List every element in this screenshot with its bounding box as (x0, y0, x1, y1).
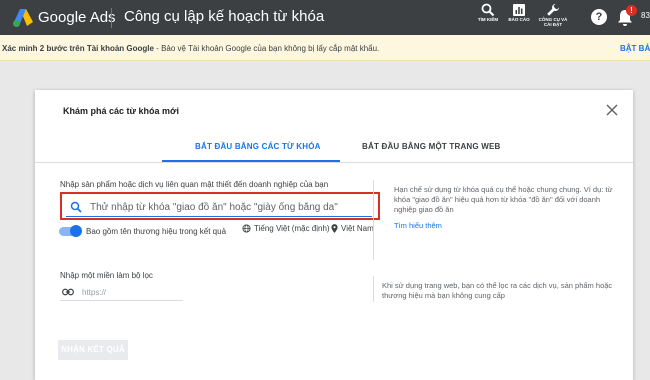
location-value: Việt Nam (341, 224, 374, 233)
help-icon[interactable]: ? (591, 9, 607, 25)
domain-url-input[interactable] (82, 286, 182, 299)
notification-banner: Xác minh 2 bước trên Tài khoản Google - … (0, 35, 650, 61)
nav-tools-button[interactable]: CÔNG CỤ VÀ CÀI ĐẶT (536, 3, 570, 27)
wrench-icon (547, 4, 559, 16)
nav-search-label: TÌM KIẾM (477, 17, 499, 22)
nav-search-button[interactable]: TÌM KIẾM (471, 3, 505, 22)
account-id-fragment[interactable]: 83 (641, 11, 650, 20)
tab-start-with-keywords[interactable]: BẮT ĐẦU BẰNG CÁC TỪ KHÓA (195, 142, 321, 151)
page-title: Công cụ lập kế hoạch từ khóa (124, 8, 325, 25)
language-selector[interactable]: Tiếng Việt (mặc định) (242, 224, 330, 233)
keyword-search-highlight (60, 192, 380, 220)
keyword-discovery-dialog: Khám phá các từ khóa mới BẮT ĐẦU BẰNG CÁ… (35, 90, 633, 380)
domain-filter-field[interactable] (60, 284, 183, 301)
notification-badge: ! (626, 5, 637, 16)
brand-name[interactable]: Google Ads (38, 9, 116, 26)
nav-reports-button[interactable]: BÁO CÁO (502, 3, 536, 22)
keyword-search-input[interactable] (90, 198, 370, 216)
google-ads-logo-icon[interactable] (12, 8, 34, 28)
nav-tools-label-text: CÔNG CỤ VÀ CÀI ĐẶT (538, 17, 568, 27)
domain-help-text: Khi sử dụng trang web, bạn có thể lọc ra… (382, 281, 613, 300)
keyword-help-text: Hạn chế sử dụng từ khóa quá cụ thể hoặc … (394, 185, 613, 214)
include-brands-label: Bao gồm tên thương hiệu trong kết quả (86, 227, 227, 236)
header-divider (111, 8, 112, 28)
toggle-knob (70, 225, 82, 237)
nav-reports-label: BÁO CÁO (508, 17, 530, 22)
banner-message: Xác minh 2 bước trên Tài khoản Google - … (2, 44, 379, 53)
help-divider (373, 180, 374, 260)
banner-body-text: - Bảo vệ Tài khoản Google của bạn không … (153, 44, 380, 53)
search-icon (481, 3, 495, 17)
globe-icon (242, 224, 251, 233)
language-value: Tiếng Việt (mặc định) (254, 224, 330, 233)
banner-action-link[interactable]: BẬT BẢO (620, 44, 650, 53)
banner-bold-text: Xác minh 2 bước trên Tài khoản Google (2, 44, 154, 53)
learn-more-link[interactable]: Tìm hiểu thêm (394, 221, 442, 230)
get-results-button[interactable]: NHẬN KẾT QUẢ (58, 340, 128, 360)
location-pin-icon (331, 224, 338, 234)
domain-help-divider (373, 276, 374, 302)
dialog-title: Khám phá các từ khóa mới (63, 106, 179, 116)
top-bar: Google Ads Công cụ lập kế hoạch từ khóa … (0, 0, 650, 35)
domain-filter-label: Nhập một miền làm bộ lọc (60, 271, 153, 280)
search-icon (70, 201, 82, 213)
reports-icon (513, 4, 525, 16)
nav-tools-label: CÔNG CỤ VÀ CÀI ĐẶT (536, 17, 570, 27)
keyword-search-field[interactable] (66, 197, 372, 217)
close-icon[interactable] (605, 103, 619, 117)
tab-start-with-website[interactable]: BẮT ĐẦU BẰNG MỘT TRANG WEB (362, 142, 501, 151)
location-selector[interactable]: Việt Nam (331, 224, 374, 234)
include-brands-toggle[interactable] (59, 225, 82, 237)
tab-divider (35, 162, 633, 163)
product-input-label: Nhập sản phẩm hoặc dịch vụ liên quan mật… (60, 180, 329, 189)
link-icon (62, 288, 74, 296)
